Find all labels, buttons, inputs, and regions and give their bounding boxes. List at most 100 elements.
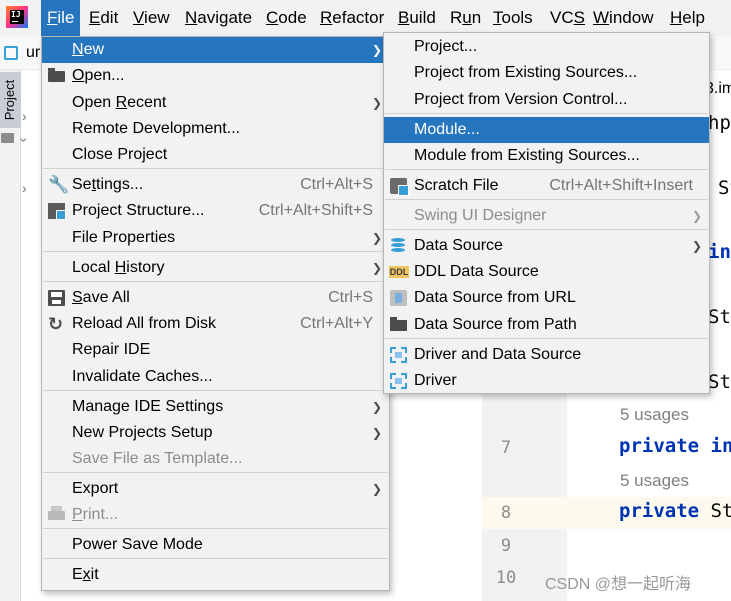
menu-item-label: Project from Version Control... bbox=[414, 91, 628, 108]
submenu-arrow-icon: ❯ bbox=[371, 96, 382, 110]
file-menu-new[interactable]: New ❯ bbox=[42, 37, 389, 63]
save-icon bbox=[48, 290, 65, 306]
usages-hint[interactable]: 5 usages bbox=[620, 405, 689, 425]
menu-separator bbox=[43, 472, 388, 473]
menu-item-label: DDL Data Source bbox=[414, 263, 539, 280]
menu-item-label: Scratch File bbox=[414, 177, 499, 194]
file-menu-project-structure[interactable]: Project Structure... Ctrl+Alt+Shift+S bbox=[42, 198, 389, 224]
menu-tools[interactable]: Tools bbox=[487, 0, 539, 36]
project-folder-icon bbox=[1, 133, 14, 143]
menu-edit[interactable]: Edit bbox=[83, 0, 124, 36]
menu-run[interactable]: Run bbox=[444, 0, 487, 36]
ddl-icon: DDL bbox=[389, 266, 409, 278]
menu-item-label: Project Structure... bbox=[72, 202, 205, 219]
new-scratch-file[interactable]: Scratch File Ctrl+Alt+Shift+Insert bbox=[384, 173, 709, 199]
new-swing-ui-designer: Swing UI Designer ❯ bbox=[384, 203, 709, 229]
scratch-file-icon bbox=[390, 178, 409, 196]
tree-chevron-right-icon[interactable]: › bbox=[22, 180, 27, 196]
file-menu-exit[interactable]: Exit bbox=[42, 562, 389, 588]
menu-item-label: Swing UI Designer bbox=[414, 207, 547, 224]
new-driver[interactable]: Driver bbox=[384, 368, 709, 394]
menu-window[interactable]: Window bbox=[587, 0, 659, 36]
menu-item-label: Open Recent bbox=[72, 94, 167, 111]
code-fragment: St bbox=[708, 371, 731, 393]
menu-item-label: New bbox=[72, 41, 105, 58]
menu-item-label: Project... bbox=[414, 38, 478, 55]
menu-item-label: Data Source from Path bbox=[414, 316, 577, 333]
new-data-source[interactable]: Data Source ❯ bbox=[384, 233, 709, 259]
menu-item-label: Repair IDE bbox=[72, 341, 151, 358]
file-menu-repair-ide[interactable]: Repair IDE bbox=[42, 337, 389, 363]
menu-file[interactable]: File bbox=[41, 0, 81, 36]
project-tool-window-label: Project bbox=[2, 79, 17, 121]
file-menu-open[interactable]: Open... bbox=[42, 63, 389, 89]
new-module[interactable]: Module... bbox=[384, 117, 709, 143]
submenu-arrow-icon: ❯ bbox=[371, 482, 382, 496]
file-menu-new-projects-setup[interactable]: New Projects Setup ❯ bbox=[42, 420, 389, 446]
menu-refactor[interactable]: Refactor bbox=[314, 0, 390, 36]
menu-view[interactable]: View bbox=[127, 0, 176, 36]
menu-item-label: Exit bbox=[72, 566, 99, 583]
menu-separator bbox=[43, 251, 388, 252]
file-menu-invalidate-caches[interactable]: Invalidate Caches... bbox=[42, 364, 389, 390]
menu-separator bbox=[43, 558, 388, 559]
file-menu-export[interactable]: Export ❯ bbox=[42, 476, 389, 502]
new-ddl-data-source[interactable]: DDL DDL Data Source bbox=[384, 259, 709, 285]
menu-separator bbox=[385, 338, 708, 339]
code-fragment: St bbox=[718, 177, 731, 199]
menu-help[interactable]: Help bbox=[664, 0, 711, 36]
code-fragment: St bbox=[708, 306, 731, 328]
menu-separator bbox=[43, 390, 388, 391]
menu-item-label: New Projects Setup bbox=[72, 424, 213, 441]
file-menu-reload-all-from-disk[interactable]: ↻ Reload All from Disk Ctrl+Alt+Y bbox=[42, 311, 389, 337]
new-submenu: Project... Project from Existing Sources.… bbox=[383, 32, 710, 394]
folder-icon bbox=[390, 317, 407, 331]
file-menu-open-recent[interactable]: Open Recent ❯ bbox=[42, 90, 389, 116]
line-number: 10 bbox=[495, 568, 517, 588]
file-menu-power-save-mode[interactable]: Power Save Mode bbox=[42, 532, 389, 558]
file-menu-save-all[interactable]: Save All Ctrl+S bbox=[42, 285, 389, 311]
new-project[interactable]: Project... bbox=[384, 34, 709, 60]
tool-window-strip bbox=[0, 70, 21, 601]
file-menu-local-history[interactable]: Local History ❯ bbox=[42, 255, 389, 281]
file-menu-close-project[interactable]: Close Project bbox=[42, 142, 389, 168]
new-data-source-from-url[interactable]: Data Source from URL bbox=[384, 285, 709, 311]
project-structure-icon bbox=[48, 203, 66, 220]
menu-separator bbox=[43, 528, 388, 529]
menu-build[interactable]: Build bbox=[392, 0, 442, 36]
submenu-arrow-icon: ❯ bbox=[371, 261, 382, 275]
new-project-from-version-control[interactable]: Project from Version Control... bbox=[384, 87, 709, 113]
tree-chevron-down-icon[interactable]: › bbox=[16, 138, 32, 143]
submenu-arrow-icon: ❯ bbox=[691, 209, 702, 223]
menu-item-label: Close Project bbox=[72, 146, 168, 163]
menu-navigate[interactable]: Navigate bbox=[179, 0, 258, 36]
tree-chevron-right-icon[interactable]: › bbox=[22, 108, 27, 124]
file-menu-remote-development[interactable]: Remote Development... bbox=[42, 116, 389, 142]
file-menu-settings[interactable]: 🔧 Settings... Ctrl+Alt+S bbox=[42, 172, 389, 198]
submenu-arrow-icon: ❯ bbox=[691, 239, 702, 253]
usages-hint[interactable]: 5 usages bbox=[620, 471, 689, 491]
file-menu-file-properties[interactable]: File Properties ❯ bbox=[42, 225, 389, 251]
menu-item-label: Local History bbox=[72, 259, 165, 276]
menu-item-label: Manage IDE Settings bbox=[72, 398, 224, 415]
file-menu-save-file-as-template: Save File as Template... bbox=[42, 446, 389, 472]
submenu-arrow-icon: ❯ bbox=[371, 426, 382, 440]
line-number: 9 bbox=[500, 536, 512, 556]
new-driver-and-data-source[interactable]: Driver and Data Source bbox=[384, 342, 709, 368]
reload-icon: ↻ bbox=[48, 314, 64, 334]
menu-item-label: Module from Existing Sources... bbox=[414, 147, 640, 164]
driver-icon bbox=[390, 347, 407, 363]
print-icon bbox=[48, 506, 65, 520]
project-name-fragment[interactable]: ur bbox=[26, 44, 40, 62]
project-view-icon[interactable] bbox=[4, 46, 18, 60]
new-data-source-from-path[interactable]: Data Source from Path bbox=[384, 312, 709, 338]
menu-vcs[interactable]: VCS bbox=[544, 0, 591, 36]
new-module-from-existing-sources[interactable]: Module from Existing Sources... bbox=[384, 143, 709, 169]
new-project-from-existing-sources[interactable]: Project from Existing Sources... bbox=[384, 60, 709, 86]
intellij-logo-icon[interactable]: IJ bbox=[6, 6, 28, 28]
menu-separator bbox=[43, 168, 388, 169]
file-menu-manage-ide-settings[interactable]: Manage IDE Settings ❯ bbox=[42, 394, 389, 420]
menu-item-label: Data Source from URL bbox=[414, 289, 576, 306]
menu-code[interactable]: Code bbox=[260, 0, 313, 36]
shortcut-label: Ctrl+Alt+Y bbox=[300, 315, 373, 332]
